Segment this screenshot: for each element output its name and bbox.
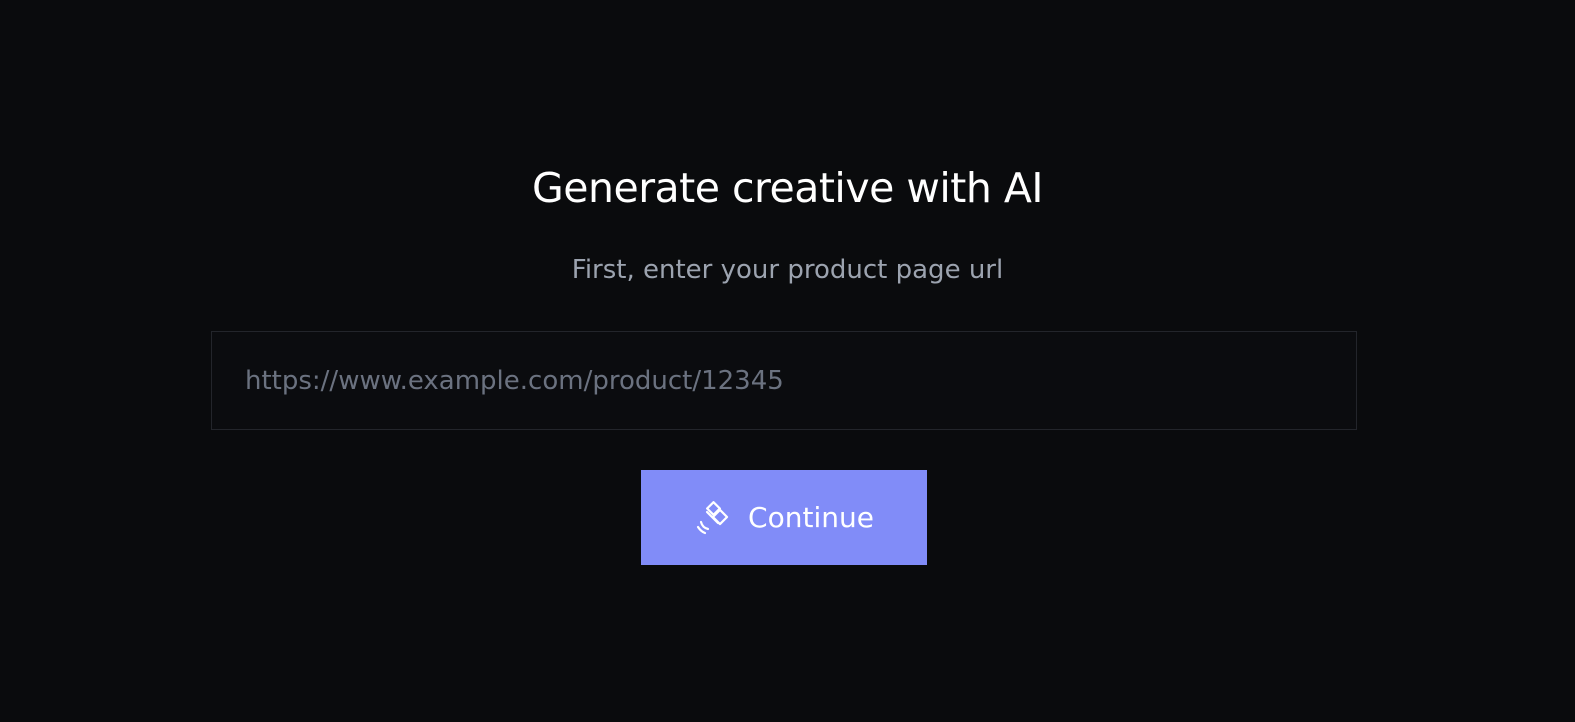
continue-button[interactable]: Continue	[641, 470, 927, 565]
product-url-input[interactable]	[211, 331, 1357, 430]
continue-button-label: Continue	[748, 501, 874, 534]
page-subtitle: First, enter your product page url	[571, 255, 1004, 285]
page-title: Generate creative with AI	[531, 164, 1044, 212]
satellite-icon	[694, 500, 730, 536]
